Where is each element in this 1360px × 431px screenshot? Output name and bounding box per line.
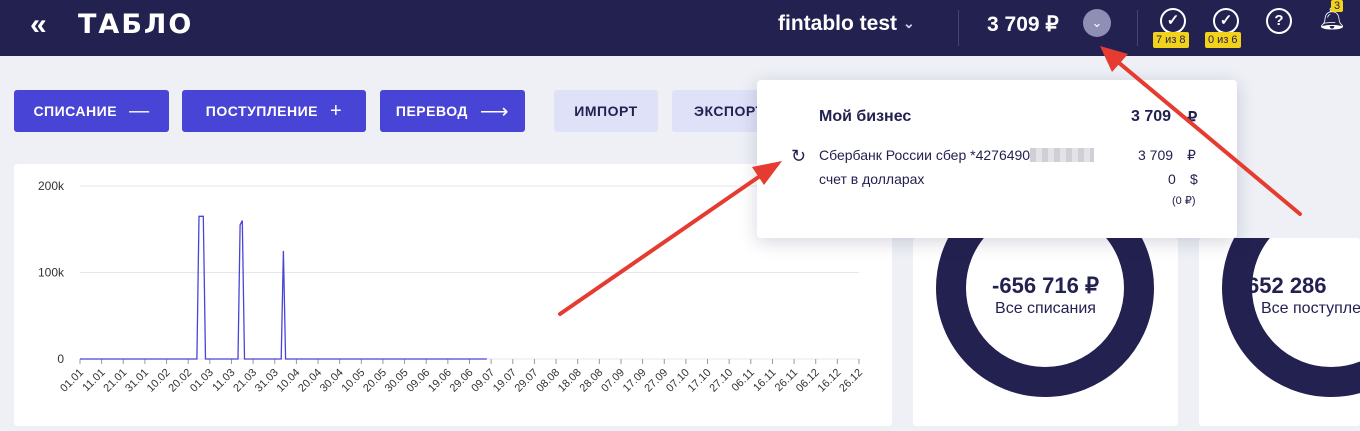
y-tick-label: 100k [38, 266, 65, 280]
import-label: ИМПОРТ [574, 103, 638, 119]
expenses-total: -656 716 ₽ [992, 273, 1099, 298]
x-tick-label: 16.11 [751, 367, 778, 394]
x-tick-label: 20.05 [361, 367, 389, 395]
x-tick-label: 27.09 [642, 367, 670, 395]
company-selector[interactable]: fintablo test ⌄ [778, 12, 915, 36]
account-amount: 3 709 [1138, 147, 1174, 163]
x-tick-label: 07.10 [664, 367, 692, 395]
chevron-down-icon: ⌄ [903, 15, 915, 31]
x-tick-label: 19.06 [426, 367, 454, 395]
y-tick-label: 200k [38, 179, 65, 193]
import-button[interactable]: ИМПОРТ [554, 90, 658, 132]
x-tick-label: 26.12 [837, 367, 865, 395]
income-total: 652 286 [1247, 273, 1327, 298]
account-group-total: 3 709 [1131, 108, 1172, 125]
income-button[interactable]: ПОСТУПЛЕНИЕ + [182, 90, 366, 132]
notifications-count: 3 [1331, 0, 1344, 12]
account-currency: $ [1190, 171, 1198, 187]
x-tick-label: 28.08 [578, 367, 606, 395]
write-off-button[interactable]: СПИСАНИЕ — [14, 90, 169, 132]
x-tick-label: 31.01 [123, 367, 151, 395]
x-tick-label: 29.06 [448, 367, 476, 395]
refresh-icon[interactable]: ↻ [791, 146, 806, 167]
company-name: fintablo test [778, 12, 897, 35]
x-tick-label: 31.03 [253, 367, 281, 395]
account-currency: ₽ [1187, 147, 1196, 163]
x-tick-label: 11.01 [80, 367, 107, 394]
account-group-currency: ₽ [1187, 110, 1198, 127]
masked-digits [1030, 148, 1095, 162]
transfer-button[interactable]: ПЕРЕВОД ⟶ [380, 90, 525, 132]
account-name: Сбербанк России сбер *4276490 [819, 147, 1031, 163]
checks-check-icon[interactable]: ✓ [1213, 8, 1239, 34]
plus-icon: + [330, 99, 343, 122]
accounts-dropdown: Мой бизнес 3 709 ₽ ↻ Сбербанк России сбе… [757, 80, 1237, 238]
income-label: ПОСТУПЛЕНИЕ [205, 103, 319, 119]
x-tick-label: 09.07 [469, 367, 497, 395]
income-card: 652 286 Все поступления [1199, 238, 1360, 426]
total-balance: 3 709 ₽ [987, 13, 1059, 36]
x-tick-label: 10.05 [339, 367, 367, 395]
x-tick-label: 18.08 [556, 367, 584, 395]
top-bar: « ТАБЛО fintablo test ⌄ 3 709 ₽ ⌄ ✓ 7 из … [0, 0, 1360, 56]
app-logo[interactable]: ТАБЛО [78, 9, 193, 40]
x-tick-label: 21.03 [231, 367, 259, 395]
x-tick-label: 06.12 [794, 367, 822, 395]
x-tick-label: 01.03 [188, 367, 216, 395]
x-tick-label: 27.10 [707, 367, 735, 395]
write-off-label: СПИСАНИЕ [33, 103, 118, 119]
x-tick-label: 07.09 [599, 367, 627, 395]
account-item[interactable]: Сбербанк России сбер *4276490 [819, 147, 1095, 163]
transfer-label: ПЕРЕВОД [395, 103, 468, 119]
x-tick-label: 20.04 [296, 367, 324, 395]
x-tick-label: 16.12 [816, 367, 844, 395]
x-tick-label: 10.04 [275, 367, 303, 395]
income-label: Все поступления [1261, 300, 1360, 317]
account-amount: 0 [1168, 171, 1176, 187]
x-tick-label: 10.02 [145, 367, 173, 395]
x-tick-label: 26.11 [773, 367, 800, 394]
x-tick-label: 29.07 [513, 367, 541, 395]
x-tick-label: 11.03 [210, 367, 237, 394]
x-tick-label: 30.05 [383, 367, 411, 395]
arrow-right-icon: ⟶ [479, 100, 510, 123]
x-tick-label: 09.06 [404, 367, 432, 395]
divider [1137, 10, 1138, 46]
income-donut [1222, 238, 1360, 397]
x-tick-label: 21.01 [101, 367, 129, 395]
x-tick-label: 01.01 [58, 367, 86, 395]
x-tick-label: 06.11 [730, 367, 757, 394]
x-tick-label: 20.02 [166, 367, 194, 395]
account-group-name: Мой бизнес [819, 108, 912, 125]
help-icon[interactable]: ? [1266, 8, 1292, 34]
collapse-menu-icon[interactable]: « [30, 8, 47, 42]
checks-badge: 0 из 6 [1205, 32, 1241, 48]
x-tick-label: 08.08 [534, 367, 562, 395]
divider [958, 10, 959, 46]
expenses-card: -656 716 ₽ Все списания [913, 238, 1178, 426]
tasks-badge: 7 из 8 [1153, 32, 1189, 48]
balance-dropdown-button[interactable]: ⌄ [1083, 9, 1111, 37]
account-converted: (0 ₽) [1172, 195, 1196, 207]
y-tick-label: 0 [57, 352, 64, 366]
account-item[interactable]: счет в долларах [819, 171, 924, 187]
series-line [80, 215, 487, 360]
expenses-donut [936, 238, 1154, 397]
x-tick-label: 19.07 [491, 367, 519, 395]
x-tick-label: 30.04 [318, 367, 346, 395]
expenses-label: Все списания [995, 300, 1096, 317]
minus-icon: — [129, 99, 150, 122]
account-name: счет в долларах [819, 171, 925, 187]
x-tick-label: 17.10 [686, 367, 714, 395]
export-label: ЭКСПОРТ [694, 103, 765, 119]
x-tick-label: 17.09 [621, 367, 649, 395]
tasks-check-icon[interactable]: ✓ [1160, 8, 1186, 34]
